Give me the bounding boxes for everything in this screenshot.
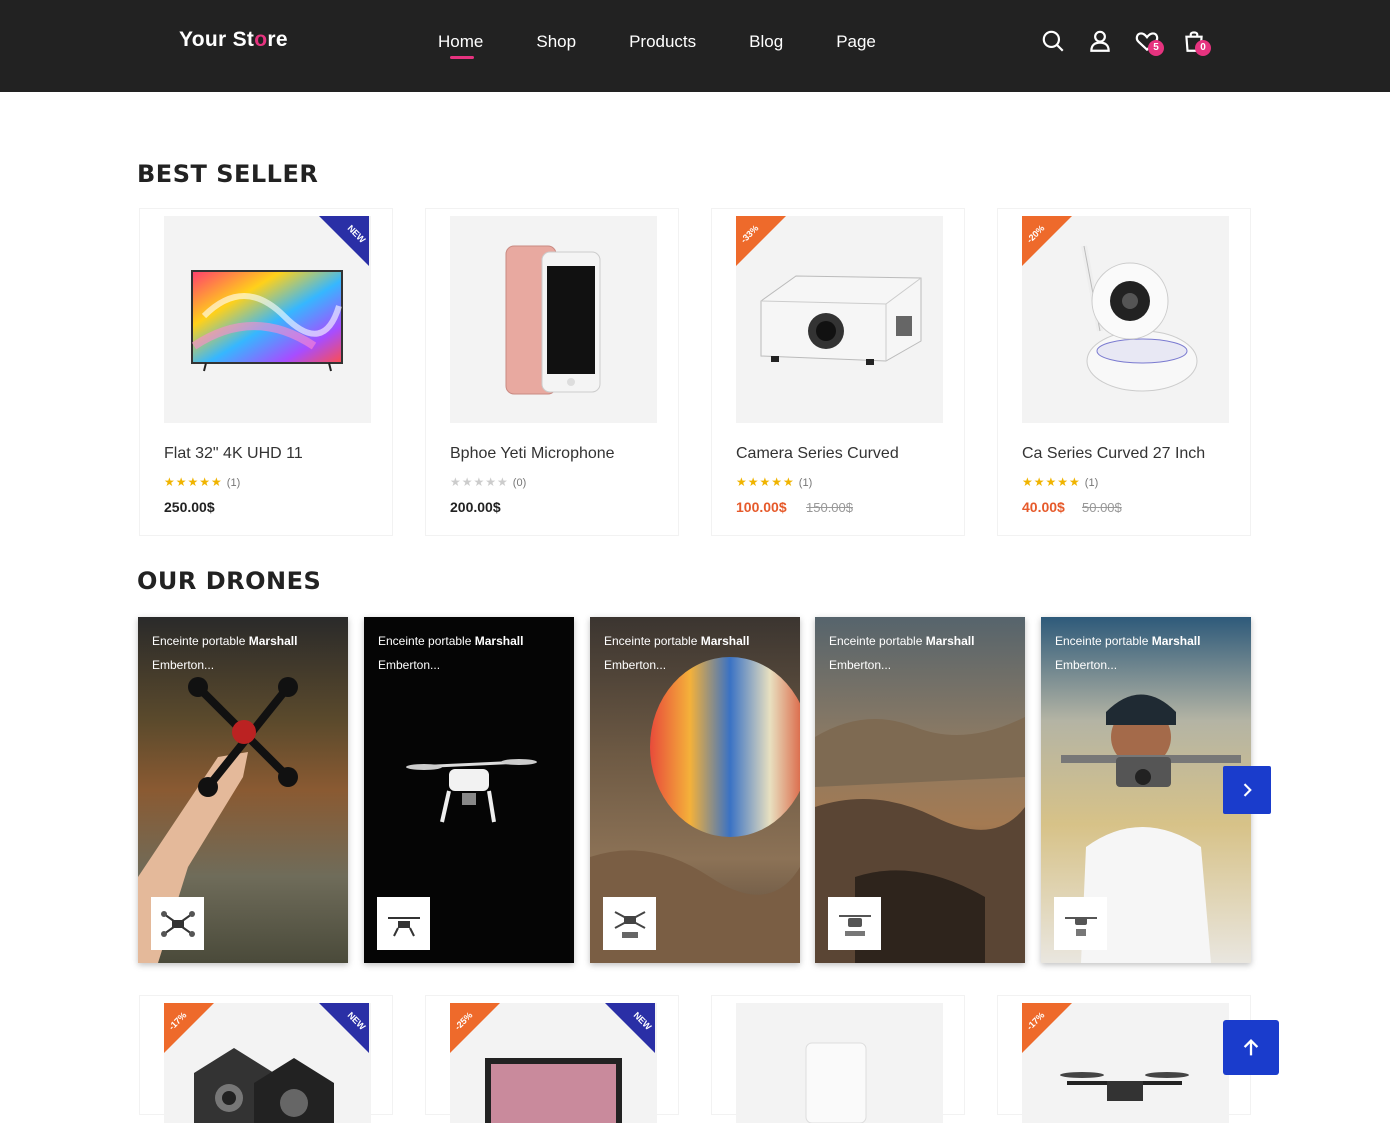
wishlist-count-badge: 5 xyxy=(1148,40,1164,56)
drone-icon xyxy=(387,916,420,936)
drone-caption: Enceinte portable Marshall Emberton... xyxy=(829,634,975,672)
phone-image xyxy=(505,245,601,395)
product-price: 250.00$ xyxy=(164,499,215,515)
nav-shop[interactable]: Shop xyxy=(536,32,576,58)
new-ribbon: NEW xyxy=(319,1003,369,1053)
drone-caption: Enceinte portable Marshall Emberton... xyxy=(604,634,750,672)
drone-thumbnail[interactable] xyxy=(828,897,881,950)
drone-caption: Enceinte portable Marshall Emberton... xyxy=(152,634,298,672)
search-icon[interactable] xyxy=(1040,28,1070,58)
discount-ribbon: -20% xyxy=(1022,216,1072,266)
store-logo[interactable]: Your Store xyxy=(179,28,288,52)
rating-stars: ★★★★★ (0) xyxy=(450,475,527,489)
nav-products[interactable]: Products xyxy=(629,32,696,58)
drone-icon xyxy=(1064,916,1097,936)
product-name[interactable]: Camera Series Curved xyxy=(736,445,899,463)
drone-thumbnail[interactable] xyxy=(377,897,430,950)
site-header: Your Store Home Shop Products Blog Page … xyxy=(0,0,1390,92)
product-card[interactable]: -33% Camera Series Curved ★★★★★ (1) 100.0… xyxy=(711,208,965,536)
product-card[interactable] xyxy=(711,995,965,1123)
nav-home[interactable]: Home xyxy=(438,32,483,59)
product-card[interactable]: Bphoe Yeti Microphone ★★★★★ (0) 200.00$ xyxy=(425,208,679,536)
drone-thumbnail[interactable] xyxy=(151,897,204,950)
drone-caption: Enceinte portable Marshall Emberton... xyxy=(1055,634,1201,672)
carousel-next-button[interactable] xyxy=(1223,766,1271,814)
discount-ribbon: -17% xyxy=(1022,1003,1072,1053)
rating-stars: ★★★★★ (1) xyxy=(1022,475,1099,489)
discount-ribbon: -33% xyxy=(736,216,786,266)
old-price: 150.00$ xyxy=(806,500,853,515)
new-ribbon: NEW xyxy=(605,1003,655,1053)
product-price: 100.00$ xyxy=(736,499,787,515)
product-price: 200.00$ xyxy=(450,499,501,515)
product-card[interactable]: -17% NEW xyxy=(139,995,393,1123)
arrow-up-icon xyxy=(1243,1038,1259,1055)
drone-card[interactable]: Enceinte portable Marshall Emberton... xyxy=(815,617,1025,963)
drone-thumbnail[interactable] xyxy=(603,897,656,950)
best-seller-title: BEST SELLER xyxy=(137,160,319,188)
product-name[interactable]: Bphoe Yeti Microphone xyxy=(450,445,615,463)
heart-icon[interactable]: 5 xyxy=(1134,28,1164,58)
rating-count: (1) xyxy=(798,477,813,489)
product-card[interactable]: -25% NEW xyxy=(425,995,679,1123)
logo-text-start: Your St xyxy=(179,28,255,51)
bag-icon[interactable]: 0 xyxy=(1181,28,1211,58)
product-name[interactable]: Flat 32" 4K UHD 11 xyxy=(164,445,303,463)
logo-text-end: re xyxy=(267,28,288,51)
discount-ribbon: -17% xyxy=(164,1003,214,1053)
drone-thumbnail[interactable] xyxy=(1054,897,1107,950)
product-name[interactable]: Ca Series Curved 27 Inch xyxy=(1022,445,1205,463)
scroll-to-top-button[interactable] xyxy=(1223,1020,1279,1075)
logo-text-accent: o xyxy=(254,28,268,51)
product-card[interactable]: NEW Flat 32" 4K UHD 11 ★★★★★ (1) 250.00$ xyxy=(139,208,393,536)
product-price: 40.00$ xyxy=(1022,499,1065,515)
drone-icon xyxy=(160,910,195,937)
drone-icon xyxy=(838,914,871,936)
drone-card[interactable]: Enceinte portable Marshall Emberton... xyxy=(1041,617,1251,963)
drone-card[interactable]: Enceinte portable Marshall Emberton... xyxy=(138,617,348,963)
new-ribbon: NEW xyxy=(319,216,369,266)
nav-blog[interactable]: Blog xyxy=(749,32,783,58)
product-card[interactable]: -17% xyxy=(997,995,1251,1123)
drone-caption: Enceinte portable Marshall Emberton... xyxy=(378,634,524,672)
product-image[interactable] xyxy=(450,216,657,423)
discount-ribbon: -25% xyxy=(450,1003,500,1053)
our-drones-title: OUR DRONES xyxy=(137,567,322,595)
rating-stars: ★★★★★ (1) xyxy=(164,475,241,489)
drone-card[interactable]: Enceinte portable Marshall Emberton... xyxy=(590,617,800,963)
drone-icon xyxy=(614,910,645,938)
nav-page[interactable]: Page xyxy=(836,32,876,58)
cart-count-badge: 0 xyxy=(1195,40,1211,56)
rating-count: (1) xyxy=(1084,477,1099,489)
header-actions: 5 0 xyxy=(1040,28,1228,58)
user-icon[interactable] xyxy=(1087,28,1117,58)
chevron-right-icon xyxy=(1243,783,1252,797)
rating-stars: ★★★★★ (1) xyxy=(736,475,813,489)
old-price: 50.00$ xyxy=(1082,500,1122,515)
rating-count: (0) xyxy=(512,477,527,489)
main-nav: Home Shop Products Blog Page xyxy=(438,32,929,59)
router-image xyxy=(805,1042,867,1123)
rating-count: (1) xyxy=(226,477,241,489)
product-image[interactable] xyxy=(736,1003,943,1123)
product-card[interactable]: -20% Ca Series Curved 27 Inch ★★★★★ (1) 4… xyxy=(997,208,1251,536)
drone-card[interactable]: Enceinte portable Marshall Emberton... xyxy=(364,617,574,963)
